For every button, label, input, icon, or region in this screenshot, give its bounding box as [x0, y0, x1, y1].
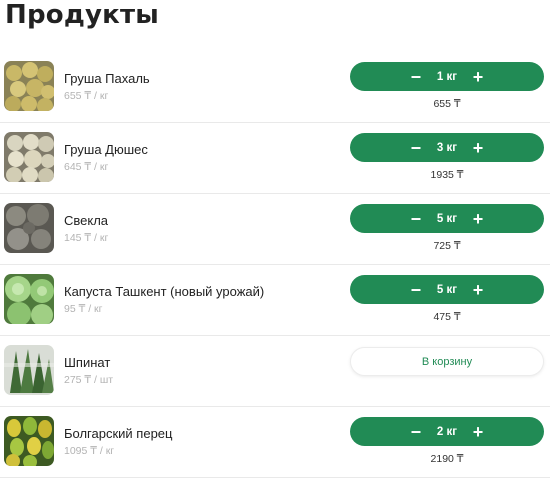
plus-button[interactable]: + [467, 421, 489, 443]
product-unit-price: 645 ₸ / кг [64, 161, 109, 173]
product-row: Болгарский перец 1095 ₸ / кг − 2 кг + 21… [0, 407, 550, 478]
line-total: 1935 ₸ [430, 169, 464, 181]
quantity-stepper: − 5 кг + [350, 275, 544, 304]
plus-button[interactable]: + [467, 66, 489, 88]
product-row: Груша Дюшес 645 ₸ / кг − 3 кг + 1935 ₸ [0, 123, 550, 194]
product-row: Свекла 145 ₸ / кг − 5 кг + 725 ₸ [0, 194, 550, 265]
spinach-image[interactable] [4, 345, 54, 395]
product-name[interactable]: Болгарский перец [64, 426, 172, 441]
quantity-value: 3 кг [436, 141, 458, 154]
beets-image[interactable] [4, 203, 54, 253]
product-list: Груша Пахаль 655 ₸ / кг − 1 кг + 655 ₸ Г… [0, 52, 550, 478]
quantity-stepper: − 5 кг + [350, 204, 544, 233]
product-unit-price: 275 ₸ / шт [64, 374, 114, 386]
quantity-value: 2 кг [436, 425, 458, 438]
line-total: 2190 ₸ [430, 453, 464, 465]
quantity-stepper: − 2 кг + [350, 417, 544, 446]
product-name[interactable]: Груша Дюшес [64, 142, 148, 157]
line-total: 655 ₸ [433, 98, 461, 110]
minus-button[interactable]: − [405, 137, 427, 159]
add-to-cart-button[interactable]: В корзину [350, 347, 544, 376]
minus-button[interactable]: − [405, 421, 427, 443]
cabbage-image[interactable] [4, 274, 54, 324]
minus-button[interactable]: − [405, 66, 427, 88]
page-title: Продукты [5, 0, 160, 30]
product-unit-price: 95 ₸ / кг [64, 303, 103, 315]
line-total: 725 ₸ [433, 240, 461, 252]
quantity-stepper: − 1 кг + [350, 62, 544, 91]
line-total: 475 ₸ [433, 311, 461, 323]
plus-button[interactable]: + [467, 279, 489, 301]
minus-button[interactable]: − [405, 279, 427, 301]
product-unit-price: 145 ₸ / кг [64, 232, 109, 244]
product-unit-price: 1095 ₸ / кг [64, 445, 115, 457]
product-name[interactable]: Капуста Ташкент (новый урожай) [64, 284, 264, 299]
quantity-value: 5 кг [436, 212, 458, 225]
product-name[interactable]: Свекла [64, 213, 108, 228]
plus-button[interactable]: + [467, 208, 489, 230]
pears-pale-image[interactable] [4, 132, 54, 182]
peppers-image[interactable] [4, 416, 54, 466]
product-row: Шпинат 275 ₸ / шт В корзину [0, 336, 550, 407]
product-row: Груша Пахаль 655 ₸ / кг − 1 кг + 655 ₸ [0, 52, 550, 123]
pears-yellow-image[interactable] [4, 61, 54, 111]
quantity-value: 1 кг [436, 70, 458, 83]
plus-button[interactable]: + [467, 137, 489, 159]
quantity-value: 5 кг [436, 283, 458, 296]
quantity-stepper: − 3 кг + [350, 133, 544, 162]
product-name[interactable]: Груша Пахаль [64, 71, 150, 86]
product-unit-price: 655 ₸ / кг [64, 90, 109, 102]
product-row: Капуста Ташкент (новый урожай) 95 ₸ / кг… [0, 265, 550, 336]
minus-button[interactable]: − [405, 208, 427, 230]
product-name[interactable]: Шпинат [64, 355, 110, 370]
